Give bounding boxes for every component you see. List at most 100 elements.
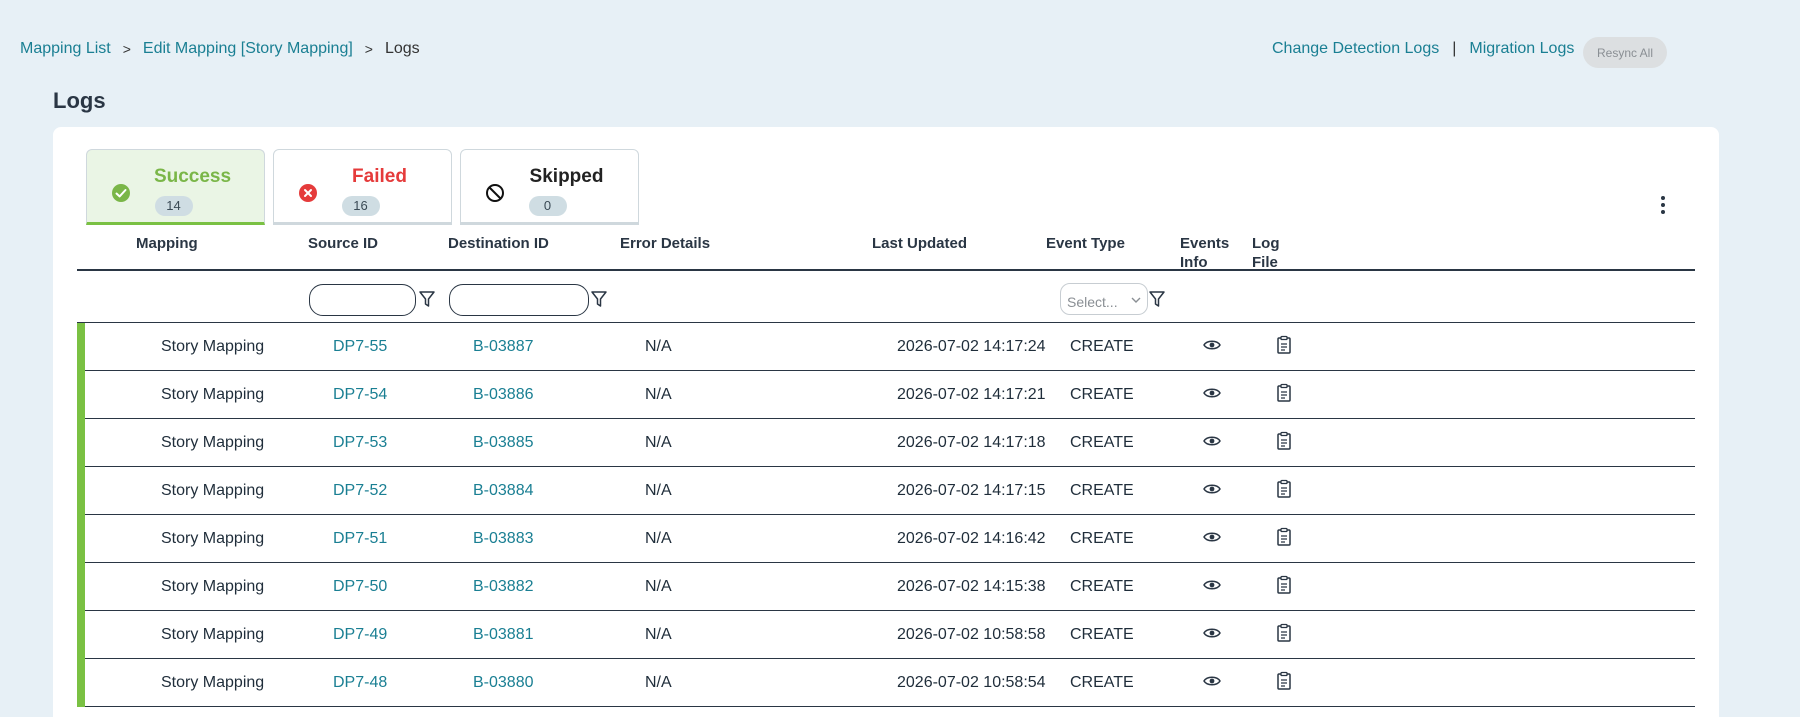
cell-error-details: N/A: [645, 578, 672, 595]
header-events-info-line2: Info: [1180, 254, 1208, 271]
eye-icon[interactable]: [1202, 671, 1222, 691]
eye-icon[interactable]: [1202, 575, 1222, 595]
breadcrumb: Mapping List > Edit Mapping [Story Mappi…: [20, 40, 420, 58]
cell-error-details: N/A: [645, 338, 672, 355]
cell-error-details: N/A: [645, 530, 672, 547]
cell-mapping: Story Mapping: [161, 386, 265, 403]
filter-icon[interactable]: [418, 289, 436, 309]
table-row: Story Mapping DP7-52 B-03884 N/A 2026-07-02 …: [77, 467, 1695, 515]
tab-failed-label: Failed: [352, 166, 407, 187]
cell-mapping: Story Mapping: [161, 482, 265, 499]
table-row: Story Mapping DP7-48 B-03880 N/A 2026-07-02 …: [77, 659, 1695, 707]
destination-id-link[interactable]: B-03881: [473, 626, 534, 644]
event-type-select-placeholder: Select...: [1067, 294, 1118, 310]
cell-error-details: N/A: [645, 674, 672, 691]
breadcrumb-separator: >: [364, 41, 373, 57]
destination-id-filter-input[interactable]: [449, 284, 589, 316]
tab-success-count: 14: [154, 196, 193, 216]
cell-error-details: N/A: [645, 482, 672, 499]
chevron-down-icon: [1131, 297, 1141, 303]
cell-last-updated: 2026-07-02 10:58:58: [897, 626, 1046, 643]
tab-skipped-count: 0: [528, 196, 567, 216]
log-file-icon[interactable]: [1274, 431, 1294, 451]
cell-event-type: CREATE: [1070, 482, 1134, 499]
eye-icon[interactable]: [1202, 383, 1222, 403]
log-file-icon[interactable]: [1274, 383, 1294, 403]
tab-success-label: Success: [153, 166, 232, 187]
source-id-link[interactable]: DP7-55: [333, 338, 387, 356]
log-file-icon[interactable]: [1274, 671, 1294, 691]
header-log-file-line1: Log: [1252, 235, 1280, 252]
top-bar: Mapping List > Edit Mapping [Story Mappi…: [20, 37, 1800, 68]
source-id-link[interactable]: DP7-50: [333, 578, 387, 596]
source-id-link[interactable]: DP7-53: [333, 434, 387, 452]
header-error-details: Error Details: [620, 235, 711, 252]
table-row: Story Mapping DP7-53 B-03885 N/A 2026-07-02 …: [77, 419, 1695, 467]
link-divider: |: [1452, 40, 1457, 57]
destination-id-link[interactable]: B-03880: [473, 674, 534, 692]
source-id-link[interactable]: DP7-51: [333, 530, 387, 548]
tab-skipped[interactable]: Skipped 0: [460, 149, 639, 225]
cell-event-type: CREATE: [1070, 626, 1134, 643]
eye-icon[interactable]: [1202, 527, 1222, 547]
page-title: Logs: [53, 88, 106, 113]
event-type-select[interactable]: Select...: [1060, 283, 1148, 315]
log-file-icon[interactable]: [1274, 527, 1294, 547]
log-file-icon[interactable]: [1274, 335, 1294, 355]
eye-icon[interactable]: [1202, 431, 1222, 451]
more-options-icon[interactable]: [1653, 193, 1673, 217]
source-id-link[interactable]: DP7-54: [333, 386, 387, 404]
table-row: Story Mapping DP7-54 B-03886 N/A 2026-07-02 …: [77, 371, 1695, 419]
change-detection-logs-link[interactable]: Change Detection Logs: [1272, 40, 1439, 58]
logs-card: Success 14 Failed 16 Skipped 0 Mapping S…: [53, 127, 1719, 717]
table-header: Mapping Source ID Destination ID Error D…: [77, 226, 1695, 271]
log-file-icon[interactable]: [1274, 623, 1294, 643]
cell-error-details: N/A: [645, 434, 672, 451]
cell-error-details: N/A: [645, 626, 672, 643]
header-event-type: Event Type: [1046, 235, 1125, 252]
tab-success[interactable]: Success 14: [86, 149, 265, 225]
breadcrumb-mapping-list[interactable]: Mapping List: [20, 40, 111, 58]
header-last-updated: Last Updated: [872, 235, 968, 252]
source-id-link[interactable]: DP7-52: [333, 482, 387, 500]
cell-event-type: CREATE: [1070, 338, 1134, 355]
log-file-icon[interactable]: [1274, 575, 1294, 595]
destination-id-link[interactable]: B-03883: [473, 530, 534, 548]
source-id-link[interactable]: DP7-48: [333, 674, 387, 692]
top-links: Change Detection Logs | Migration Logs: [1272, 40, 1574, 58]
cell-mapping: Story Mapping: [161, 578, 265, 595]
destination-id-link[interactable]: B-03886: [473, 386, 534, 404]
cell-mapping: Story Mapping: [161, 674, 265, 691]
source-id-filter-input[interactable]: [309, 284, 416, 316]
eye-icon[interactable]: [1202, 479, 1222, 499]
status-tabs: Success 14 Failed 16 Skipped 0: [86, 149, 647, 225]
filter-icon[interactable]: [1148, 289, 1166, 309]
destination-id-link[interactable]: B-03882: [473, 578, 534, 596]
destination-id-link[interactable]: B-03885: [473, 434, 534, 452]
resync-all-button[interactable]: Resync All: [1583, 37, 1667, 68]
tab-skipped-label: Skipped: [529, 166, 604, 187]
breadcrumb-separator: >: [122, 41, 131, 57]
filter-icon[interactable]: [590, 289, 608, 309]
table-row: Story Mapping DP7-50 B-03882 N/A 2026-07-02 …: [77, 563, 1695, 611]
cell-event-type: CREATE: [1070, 386, 1134, 403]
cell-event-type: CREATE: [1070, 674, 1134, 691]
cell-mapping: Story Mapping: [161, 434, 265, 451]
destination-id-link[interactable]: B-03884: [473, 482, 534, 500]
table-row: Story Mapping DP7-55 B-03887 N/A 2026-07-02 …: [77, 323, 1695, 371]
tab-failed[interactable]: Failed 16: [273, 149, 452, 225]
breadcrumb-edit-mapping[interactable]: Edit Mapping [Story Mapping]: [143, 40, 353, 58]
source-id-link[interactable]: DP7-49: [333, 626, 387, 644]
cell-error-details: N/A: [645, 386, 672, 403]
breadcrumb-current: Logs: [384, 40, 420, 57]
header-destination-id: Destination ID: [448, 235, 549, 252]
eye-icon[interactable]: [1202, 623, 1222, 643]
migration-logs-link[interactable]: Migration Logs: [1469, 40, 1574, 58]
destination-id-link[interactable]: B-03887: [473, 338, 534, 356]
header-mapping: Mapping: [136, 235, 198, 252]
log-file-icon[interactable]: [1274, 479, 1294, 499]
cell-event-type: CREATE: [1070, 578, 1134, 595]
logs-table: Mapping Source ID Destination ID Error D…: [77, 226, 1695, 707]
table-body: Story Mapping DP7-55 B-03887 N/A 2026-07-02 …: [77, 323, 1695, 707]
eye-icon[interactable]: [1202, 335, 1222, 355]
